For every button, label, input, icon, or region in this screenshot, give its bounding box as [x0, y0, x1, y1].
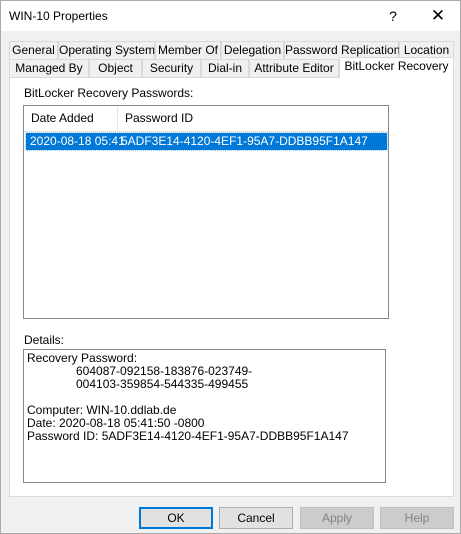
list-header: Date Added Password ID	[24, 106, 388, 132]
cancel-button[interactable]: Cancel	[219, 507, 293, 529]
properties-dialog: WIN-10 Properties ? ✕ General Operating …	[0, 0, 461, 534]
details-recovery-line-2: 004103-359854-544335-499455	[76, 377, 249, 391]
table-row[interactable]: 2020-08-18 05:41 5ADF3E14-4120-4EF1-95A7…	[25, 132, 388, 151]
help-icon[interactable]: ?	[370, 1, 416, 31]
bitlocker-panel: BitLocker Recovery Passwords: Date Added…	[9, 77, 454, 497]
details-password-id: Password ID: 5ADF3E14-4120-4EF1-95A7-DDB…	[27, 429, 349, 443]
tab-dial-in[interactable]: Dial-in	[201, 59, 249, 78]
tab-delegation[interactable]: Delegation	[221, 41, 284, 60]
details-label: Details:	[24, 333, 65, 347]
ok-button[interactable]: OK	[139, 507, 213, 529]
row-date-added: 2020-08-18 05:41	[30, 134, 125, 148]
tab-managed-by[interactable]: Managed By	[9, 59, 89, 78]
row-password-id: 5ADF3E14-4120-4EF1-95A7-DDBB95F1A147	[121, 134, 368, 148]
details-box[interactable]: Recovery Password: 604087-092158-183876-…	[23, 349, 386, 483]
recovery-passwords-list[interactable]: Date Added Password ID 2020-08-18 05:41 …	[23, 105, 389, 319]
tab-object[interactable]: Object	[89, 59, 142, 78]
title-bar: WIN-10 Properties ? ✕	[1, 1, 460, 31]
tab-operating-system[interactable]: Operating System	[58, 41, 155, 60]
column-header-date-added[interactable]: Date Added	[24, 106, 116, 131]
apply-button[interactable]: Apply	[300, 507, 374, 529]
tab-bitlocker-recovery[interactable]: BitLocker Recovery	[339, 57, 454, 78]
close-icon[interactable]: ✕	[415, 1, 461, 31]
window-title: WIN-10 Properties	[9, 9, 108, 23]
column-header-password-id[interactable]: Password ID	[118, 106, 378, 131]
tab-attribute-editor[interactable]: Attribute Editor	[249, 59, 339, 78]
tab-general[interactable]: General	[9, 41, 58, 60]
tab-member-of[interactable]: Member Of	[155, 41, 221, 60]
recovery-passwords-label: BitLocker Recovery Passwords:	[24, 86, 194, 100]
tab-security[interactable]: Security	[142, 59, 201, 78]
help-button[interactable]: Help	[380, 507, 454, 529]
